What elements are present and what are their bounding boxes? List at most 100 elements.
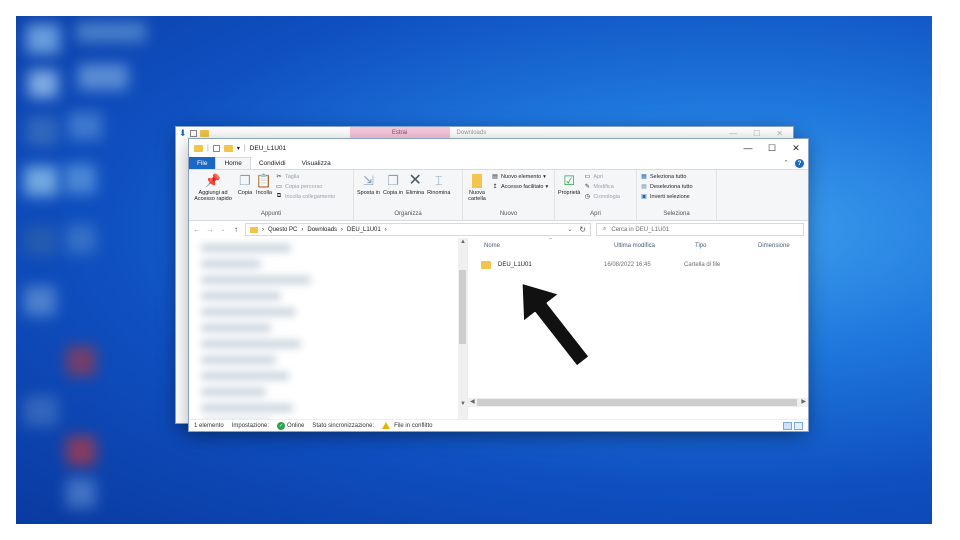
- qa-check-icon: [189, 129, 197, 137]
- pointer-arrow-annotation: [520, 281, 591, 368]
- group-nuovo: Nuova cartella ▤ Nuovo elemento ▾ ↥ Accesso…: [463, 170, 555, 220]
- details-view-icon[interactable]: [783, 421, 792, 430]
- back-window-title: Downloads: [456, 130, 487, 136]
- paste-button[interactable]: 📋 Incolla: [256, 172, 272, 197]
- online-status: Online: [287, 422, 305, 429]
- folder-icon: [194, 144, 203, 152]
- new-folder-button[interactable]: Nuova cartella: [466, 172, 488, 202]
- scroll-up-icon[interactable]: ▲: [460, 239, 466, 245]
- close-button[interactable]: ✕: [784, 143, 808, 154]
- deselect-all-button[interactable]: ▦ Deseleziona tutto: [640, 183, 692, 191]
- horizontal-scrollbar[interactable]: ◀ ▶: [468, 398, 808, 407]
- column-type[interactable]: Tipo: [695, 243, 706, 249]
- pin-quick-access-button[interactable]: 📌 Aggiungi ad Accesso rapido: [192, 172, 234, 203]
- file-modified: 16/08/2022 16:45: [604, 262, 651, 268]
- copy-to-icon: ❐: [387, 172, 399, 188]
- pin-icon: 📌: [204, 172, 222, 188]
- properties-qa-icon[interactable]: [212, 144, 220, 152]
- history-icon: ◷: [584, 194, 590, 200]
- history-button[interactable]: ◷ Cronologia: [583, 193, 620, 201]
- chevron-up-icon[interactable]: ⌃: [783, 159, 789, 167]
- tab-home[interactable]: Home: [215, 157, 251, 169]
- column-size[interactable]: Dimensione: [758, 243, 790, 249]
- copy-icon: ❐: [239, 172, 251, 188]
- minimize-button[interactable]: —: [736, 143, 760, 154]
- breadcrumb[interactable]: › Questo PC › Downloads › DEU_L1U01 › ⌄ …: [245, 223, 591, 236]
- edit-button[interactable]: ✎ Modifica: [583, 183, 620, 191]
- refresh-icon[interactable]: ↻: [579, 225, 586, 234]
- folder-icon: [250, 226, 258, 233]
- navigation-pane[interactable]: ▲ ▼: [189, 238, 468, 419]
- nav-scroll-thumb[interactable]: [459, 270, 466, 344]
- close-button[interactable]: ✕: [776, 129, 783, 138]
- checkmark-icon: ☑: [563, 172, 575, 188]
- open-button[interactable]: ▭ Apri: [583, 173, 620, 181]
- rename-button[interactable]: ⌶ Rinomina: [427, 172, 450, 197]
- large-icons-view-icon[interactable]: [794, 421, 803, 430]
- status-setting-label: Impostazione:: [231, 422, 270, 429]
- crumb-questo-pc[interactable]: Questo PC: [268, 227, 297, 233]
- new-item-icon: ▤: [492, 174, 498, 180]
- copy-path-button[interactable]: ▭ Copia percorso: [275, 183, 335, 191]
- open-icon: ▭: [584, 174, 591, 180]
- file-type: Cartella di file: [684, 262, 721, 268]
- column-name[interactable]: Nome: [484, 243, 500, 249]
- sync-state-label: Stato sincronizzazione:: [312, 422, 375, 429]
- copy-button[interactable]: ❐ Copia: [237, 172, 253, 197]
- delete-button[interactable]: ✕ Elimina: [406, 172, 424, 196]
- tab-condividi[interactable]: Condividi: [251, 157, 294, 169]
- help-icon[interactable]: ?: [795, 158, 804, 168]
- search-placeholder: Cerca in DEU_L1U01: [611, 226, 670, 233]
- select-all-icon: ▦: [641, 174, 647, 180]
- scroll-down-icon[interactable]: ▼: [460, 401, 466, 407]
- search-input[interactable]: ⌕ Cerca in DEU_L1U01: [596, 223, 804, 236]
- invert-selection-button[interactable]: ▣ Inverti selezione: [640, 193, 693, 201]
- maximize-button[interactable]: ☐: [760, 143, 784, 154]
- tab-visualizza[interactable]: Visualizza: [294, 157, 339, 169]
- crumb-downloads[interactable]: Downloads: [307, 227, 337, 233]
- tab-estrai[interactable]: Estrai: [349, 127, 450, 139]
- window-title: DEU_L1U01: [249, 144, 287, 152]
- path-icon: ▭: [276, 184, 282, 190]
- paste-link-button[interactable]: ⧉ Incolla collegamento: [275, 193, 335, 200]
- chevron-down-icon[interactable]: ⌄: [567, 226, 572, 233]
- folder-icon: [481, 261, 491, 269]
- group-appunti: 📌 Aggiungi ad Accesso rapido ❐ Copia 📋 I…: [189, 170, 354, 220]
- group-organizza: ⇲ Sposta in ❐ Copia in ✕ Elimina ⌶ Rinom…: [354, 170, 463, 220]
- group-apri: ☑ Proprietà ▭ Apri ✎ Modifica ◷ Cronologia …: [555, 170, 637, 220]
- properties-button[interactable]: ☑ Proprietà: [558, 172, 580, 197]
- scroll-left-icon[interactable]: ◀: [470, 398, 475, 405]
- easy-access-button[interactable]: ↥ Accesso facilitato ▾: [491, 183, 548, 191]
- content-area: ▲ ▼ Nome ⌃ Ultima modifica Tipo Dimensio…: [189, 238, 808, 419]
- ribbon: 📌 Aggiungi ad Accesso rapido ❐ Copia 📋 I…: [189, 169, 808, 221]
- up-arrow-icon[interactable]: ↑: [232, 225, 240, 234]
- tab-file[interactable]: File: [189, 157, 216, 169]
- new-folder-icon: [469, 172, 485, 189]
- cut-button[interactable]: ✂ Taglia: [275, 173, 335, 181]
- copy-to-button[interactable]: ❐ Copia in: [383, 172, 403, 197]
- titlebar: | ▾ | DEU_L1U01 — ☐ ✕: [189, 139, 808, 157]
- deselect-all-icon: ▦: [641, 184, 647, 190]
- maximize-button[interactable]: ☐: [753, 129, 760, 138]
- new-item-button[interactable]: ▤ Nuovo elemento ▾: [491, 173, 548, 181]
- chevron-down-icon[interactable]: ▾: [237, 145, 240, 152]
- sort-ascending-icon: ⌃: [548, 238, 554, 244]
- back-arrow-icon[interactable]: ←: [193, 225, 201, 234]
- nav-scrollbar[interactable]: ▲ ▼: [458, 238, 467, 419]
- delete-icon: ✕: [408, 171, 422, 189]
- new-folder-qa-icon[interactable]: [223, 144, 233, 152]
- easy-access-icon: ↥: [492, 184, 498, 190]
- forward-arrow-icon[interactable]: →: [206, 225, 214, 234]
- warning-icon: [382, 422, 391, 429]
- group-label-organizza: Organizza: [394, 211, 422, 217]
- minimize-button[interactable]: —: [729, 129, 737, 138]
- horizontal-scroll-thumb[interactable]: [477, 399, 797, 406]
- explorer-window-deu[interactable]: | ▾ | DEU_L1U01 — ☐ ✕ File Home Condivid…: [189, 139, 808, 431]
- select-all-button[interactable]: ▦ Seleziona tutto: [640, 173, 693, 181]
- move-to-button[interactable]: ⇲ Sposta in: [357, 172, 380, 197]
- scroll-right-icon[interactable]: ▶: [801, 398, 806, 405]
- crumb-deu[interactable]: DEU_L1U01: [347, 227, 381, 233]
- group-label-appunti: Appunti: [260, 211, 282, 217]
- column-modified[interactable]: Ultima modifica: [614, 243, 655, 249]
- recent-chevron-icon[interactable]: ⌄: [219, 226, 227, 233]
